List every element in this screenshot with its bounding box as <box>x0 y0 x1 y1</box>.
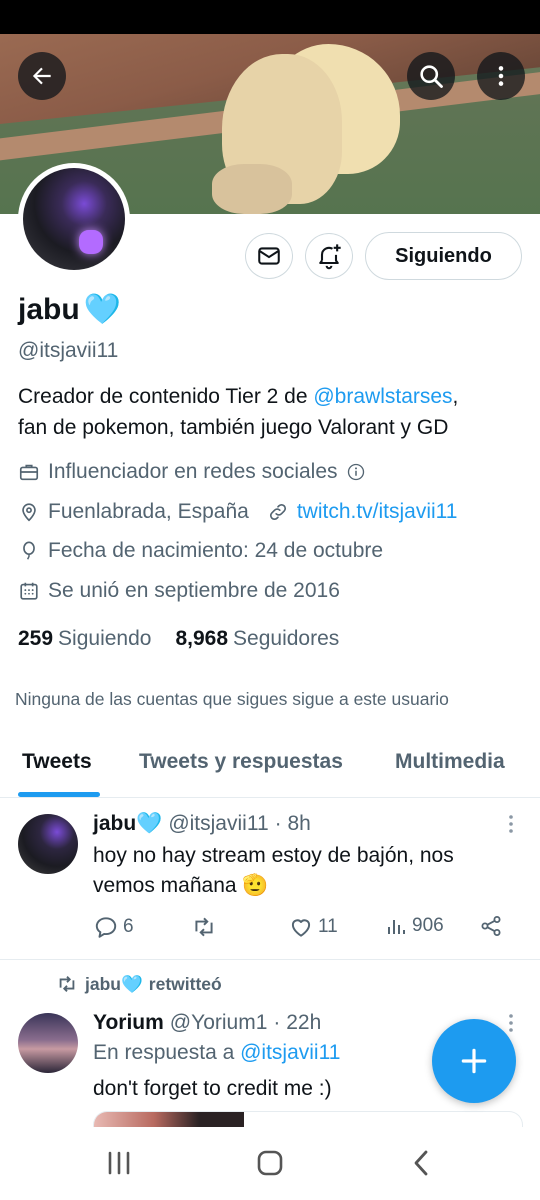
birthday-text: Fecha de nacimiento: 24 de octubre <box>48 539 384 562</box>
bell-plus-icon <box>319 244 341 270</box>
active-tab-indicator <box>18 792 100 797</box>
tweet-author-name[interactable]: jabu🩵 <box>93 812 162 836</box>
tab-tweets[interactable]: Tweets <box>22 750 92 774</box>
back-button[interactable] <box>18 52 66 100</box>
tab-media[interactable]: Multimedia <box>395 750 505 774</box>
notifications-button[interactable] <box>305 233 353 279</box>
tweet-time: · 22h <box>273 1011 322 1034</box>
tweet-author-name[interactable]: Yorium <box>93 1011 164 1035</box>
profile-handle: @itsjavii11 <box>18 339 119 362</box>
retweet-button[interactable] <box>190 914 222 940</box>
recent-apps-icon <box>108 1151 130 1175</box>
followers-label: Seguidores <box>233 627 340 650</box>
profile-birthday: Fecha de nacimiento: 24 de octubre <box>18 539 383 563</box>
calendar-icon <box>20 582 38 600</box>
link-icon <box>269 503 286 521</box>
bio-text: Creador de contenido Tier 2 de <box>18 385 314 408</box>
following-count: 259 <box>18 627 54 650</box>
like-count: 11 <box>318 916 338 937</box>
recent-apps-button[interactable] <box>99 1147 139 1179</box>
bio-mention-link[interactable]: @brawlstarses <box>313 385 452 408</box>
tweet-more-icon[interactable] <box>508 1013 514 1033</box>
bio-text: , <box>452 385 459 408</box>
heart-emoji: 🩵 <box>136 812 163 835</box>
search-icon <box>420 65 443 88</box>
briefcase-icon <box>19 464 39 481</box>
retweet-icon <box>59 976 75 992</box>
followers-count: 8,968 <box>175 627 229 650</box>
profile-name: jabu 🩵 <box>18 292 121 327</box>
chevron-left-icon <box>414 1150 428 1176</box>
retweet-icon <box>195 917 213 937</box>
system-back-button[interactable] <box>401 1147 441 1179</box>
share-icon <box>481 916 501 936</box>
profile-name-text: jabu <box>18 292 80 326</box>
following-count-link[interactable]: 259 Siguiendo <box>18 627 151 651</box>
search-button[interactable] <box>407 52 455 100</box>
tweet[interactable]: jabu🩵 @itsjavii11 · 8h hoy no hay stream… <box>0 800 540 960</box>
following-button[interactable]: Siguiendo <box>365 232 522 280</box>
reply-to-link[interactable]: @itsjavii11 <box>240 1041 340 1064</box>
info-icon[interactable] <box>346 462 366 482</box>
heart-icon <box>291 919 311 937</box>
system-nav-bar <box>0 1127 540 1200</box>
profile-avatar[interactable] <box>18 163 130 275</box>
reply-prefix: En respuesta a <box>93 1041 241 1064</box>
reply-icon <box>95 917 117 938</box>
follow-counts: 259 Siguiendo 8,968 Seguidores <box>18 627 339 651</box>
heart-emoji: 🩵 <box>120 973 143 994</box>
bio-text: fan de pokemon, también juego Valorant y… <box>18 416 449 439</box>
share-button[interactable] <box>479 914 503 938</box>
category-text: Influenciador en redes sociales <box>48 460 338 483</box>
tweet-more-icon[interactable] <box>508 814 514 834</box>
location-pin-icon <box>22 503 36 522</box>
heart-emoji: 🩵 <box>83 293 122 326</box>
tweet-avatar[interactable] <box>18 814 78 874</box>
retweeted-label: retwitteó <box>148 973 222 994</box>
avatar-image <box>23 168 125 270</box>
retweeter-name[interactable]: jabu🩵 <box>85 974 143 995</box>
tweet-actions: 6 11 906 <box>93 914 513 944</box>
profile-category: Influenciador en redes sociales <box>18 460 366 484</box>
tweet-header: jabu🩵 @itsjavii11 · 8h <box>93 812 311 836</box>
home-button[interactable] <box>250 1147 290 1179</box>
tweet-author-handle: @itsjavii11 <box>168 812 269 835</box>
plus-icon <box>461 1048 487 1074</box>
joined-text: Se unió en septiembre de 2016 <box>48 579 340 602</box>
home-icon <box>257 1150 283 1176</box>
views-icon <box>388 920 405 934</box>
tweet-author-handle: @Yorium1 <box>169 1011 268 1034</box>
tweet-time: · 8h <box>274 812 311 835</box>
profile-joined: Se unió en septiembre de 2016 <box>18 579 340 603</box>
following-label: Siguiendo <box>58 627 152 650</box>
followers-count-link[interactable]: 8,968 Seguidores <box>175 627 339 651</box>
message-button[interactable] <box>245 233 293 279</box>
location-text: Fuenlabrada, España <box>48 500 249 523</box>
views-count: 906 <box>412 915 444 936</box>
more-vertical-icon <box>498 66 504 86</box>
profile-location-row: Fuenlabrada, España twitch.tv/itsjavii11 <box>18 500 457 524</box>
reply-context: En respuesta a @itsjavii11 <box>93 1041 340 1065</box>
tab-tweets-replies[interactable]: Tweets y respuestas <box>139 750 343 774</box>
reply-count: 6 <box>123 916 134 937</box>
retweet-context: jabu🩵 retwitteó <box>55 973 222 995</box>
profile-bio: Creador de contenido Tier 2 de @brawlsta… <box>18 381 528 443</box>
balloon-icon <box>23 541 35 560</box>
compose-tweet-button[interactable] <box>432 1019 516 1103</box>
website-link[interactable]: twitch.tv/itsjavii11 <box>297 500 458 524</box>
reply-button[interactable]: 6 <box>93 914 134 940</box>
more-options-button[interactable] <box>477 52 525 100</box>
views-button[interactable]: 906 <box>384 914 444 938</box>
status-bar <box>0 0 540 34</box>
profile-tabs: Tweets Tweets y respuestas Multimedia <box>0 740 540 798</box>
tweet-header: Yorium @Yorium1 · 22h <box>93 1011 321 1035</box>
tweet-avatar[interactable] <box>18 1013 78 1073</box>
mutual-followers-note: Ninguna de las cuentas que sigues sigue … <box>15 689 449 709</box>
mail-icon <box>258 247 280 265</box>
arrow-left-icon <box>32 67 51 85</box>
tweet-text: hoy no hay stream estoy de bajón, nos ve… <box>93 844 454 897</box>
banner-figure <box>212 164 292 214</box>
like-button[interactable]: 11 <box>288 914 338 940</box>
